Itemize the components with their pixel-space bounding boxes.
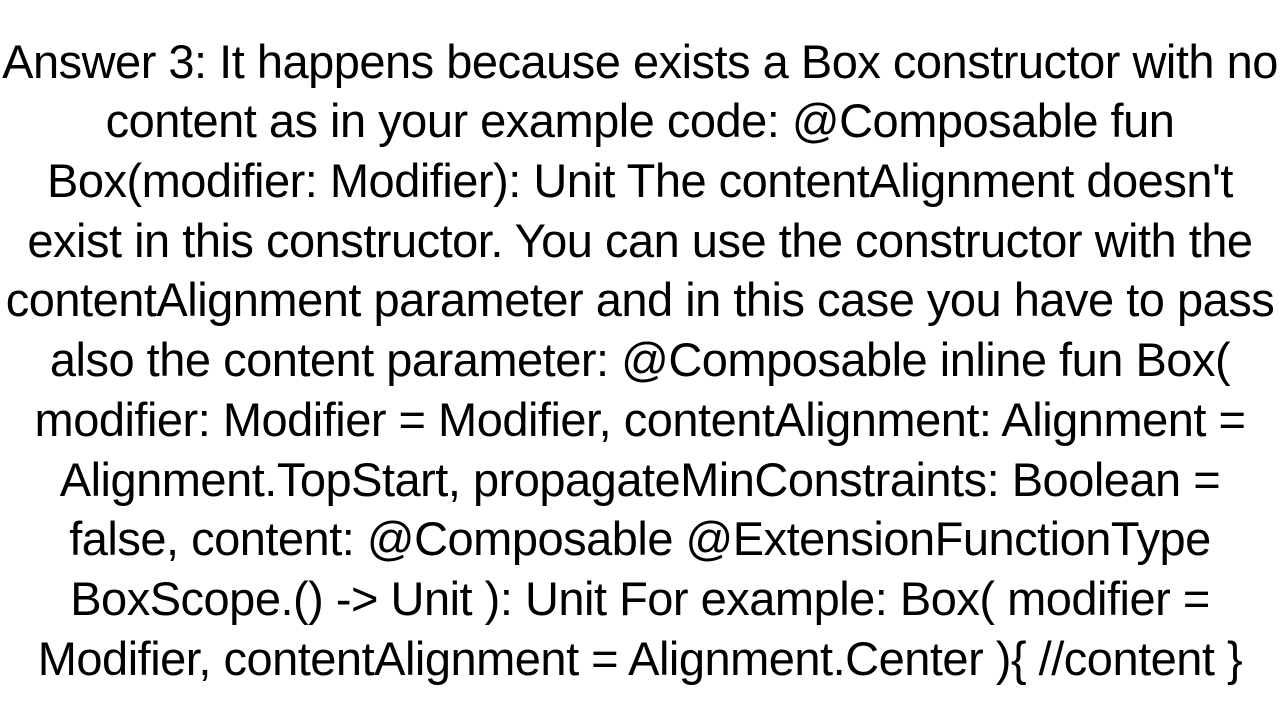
answer-text: Answer 3: It happens because exists a Bo… (0, 32, 1280, 689)
